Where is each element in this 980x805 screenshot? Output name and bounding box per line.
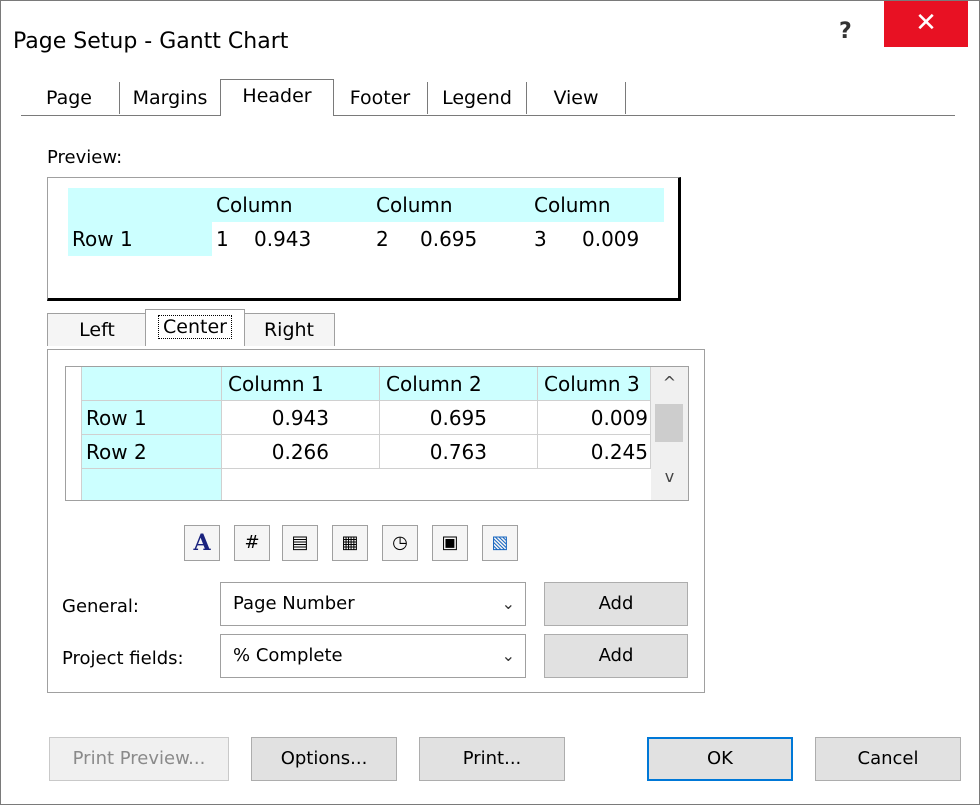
preview-label: Preview: bbox=[47, 147, 123, 168]
header-content-grid[interactable]: Column 1 Column 2 Column 3 Row 1 0.943 0… bbox=[65, 366, 689, 501]
grid-scrollbar[interactable]: ^ v bbox=[651, 367, 688, 500]
general-dropdown[interactable]: Page Number ⌄ bbox=[220, 582, 526, 626]
project-fields-value: % Complete bbox=[233, 645, 343, 666]
page-setup-dialog: Page Setup - Gantt Chart ? ✕ Page Margin… bbox=[0, 0, 980, 805]
grid-corner bbox=[82, 367, 222, 401]
general-value: Page Number bbox=[233, 593, 355, 614]
grid-cell[interactable]: 0.695 bbox=[380, 401, 538, 435]
print-preview-button[interactable]: Print Preview... bbox=[49, 737, 229, 781]
total-pages-icon[interactable]: ▤ bbox=[282, 525, 318, 561]
project-fields-add-button[interactable]: Add bbox=[544, 634, 688, 678]
picture-icon[interactable]: ▧ bbox=[482, 525, 518, 561]
grid-cell[interactable]: 0.943 bbox=[222, 401, 380, 435]
help-button[interactable]: ? bbox=[839, 19, 852, 44]
grid-cell[interactable]: 0.266 bbox=[222, 435, 380, 469]
tab-center-label: Center bbox=[158, 315, 232, 339]
header-preview: Column 1 Column 2 Column 3 Row 1 0.943 0… bbox=[47, 177, 681, 301]
title-bar: Page Setup - Gantt Chart ? ✕ bbox=[1, 1, 979, 79]
scroll-thumb[interactable] bbox=[655, 404, 683, 442]
file-name-icon[interactable]: ▣ bbox=[432, 525, 468, 561]
tab-legend[interactable]: Legend bbox=[428, 82, 527, 114]
close-button[interactable]: ✕ bbox=[884, 1, 968, 47]
print-button[interactable]: Print... bbox=[419, 737, 565, 781]
preview-cell: 0.943 bbox=[254, 227, 312, 251]
center-panel: Column 1 Column 2 Column 3 Row 1 0.943 0… bbox=[47, 349, 705, 693]
grid-column-header: Column 3 bbox=[538, 367, 651, 401]
preview-row-label: Row 1 bbox=[68, 222, 212, 256]
general-label: General: bbox=[62, 596, 140, 617]
grid-column-header: Column 2 bbox=[380, 367, 538, 401]
scroll-down-arrow-icon[interactable]: v bbox=[651, 467, 688, 486]
cancel-button[interactable]: Cancel bbox=[815, 737, 961, 781]
preview-column-header: Column 2 bbox=[376, 193, 453, 251]
project-fields-label: Project fields: bbox=[62, 648, 184, 669]
tab-page[interactable]: Page bbox=[19, 82, 120, 114]
window-title: Page Setup - Gantt Chart bbox=[13, 29, 289, 54]
page-number-icon[interactable]: # bbox=[234, 525, 270, 561]
tab-margins[interactable]: Margins bbox=[120, 82, 221, 114]
project-fields-dropdown[interactable]: % Complete ⌄ bbox=[220, 634, 526, 678]
preview-column-header: Column 1 bbox=[216, 193, 293, 251]
tab-divider bbox=[21, 115, 955, 116]
font-icon[interactable]: A bbox=[184, 525, 220, 561]
grid-cell[interactable]: 0.009 bbox=[538, 401, 651, 435]
preview-column-header: Column 3 bbox=[534, 193, 611, 251]
date-icon[interactable]: ▦ bbox=[332, 525, 368, 561]
preview-cell: 0.009 bbox=[582, 227, 640, 251]
chevron-down-icon: ⌄ bbox=[501, 646, 515, 665]
tab-right[interactable]: Right bbox=[243, 313, 335, 346]
tab-center[interactable]: Center bbox=[145, 309, 245, 346]
grid-row-label: Row 2 bbox=[82, 435, 222, 469]
tab-view[interactable]: View bbox=[527, 82, 626, 114]
grid-column-header: Column 1 bbox=[222, 367, 380, 401]
tab-header[interactable]: Header bbox=[220, 79, 334, 116]
grid-row-label: Row 1 bbox=[82, 401, 222, 435]
chevron-down-icon: ⌄ bbox=[501, 594, 515, 613]
grid-gutter bbox=[66, 367, 82, 500]
scroll-up-arrow-icon[interactable]: ^ bbox=[651, 373, 688, 392]
grid-cell[interactable]: 0.763 bbox=[380, 435, 538, 469]
dialog-body: Page Margins Header Footer Legend View P… bbox=[1, 79, 979, 804]
grid-cell[interactable]: 0.245 bbox=[538, 435, 651, 469]
options-button[interactable]: Options... bbox=[251, 737, 397, 781]
grid-row-label-partial bbox=[82, 469, 222, 500]
tab-left[interactable]: Left bbox=[47, 313, 147, 346]
preview-cell: 0.695 bbox=[420, 227, 478, 251]
tab-footer[interactable]: Footer bbox=[333, 82, 428, 114]
general-add-button[interactable]: Add bbox=[544, 582, 688, 626]
time-icon[interactable]: ◷ bbox=[382, 525, 418, 561]
ok-button[interactable]: OK bbox=[647, 737, 793, 781]
